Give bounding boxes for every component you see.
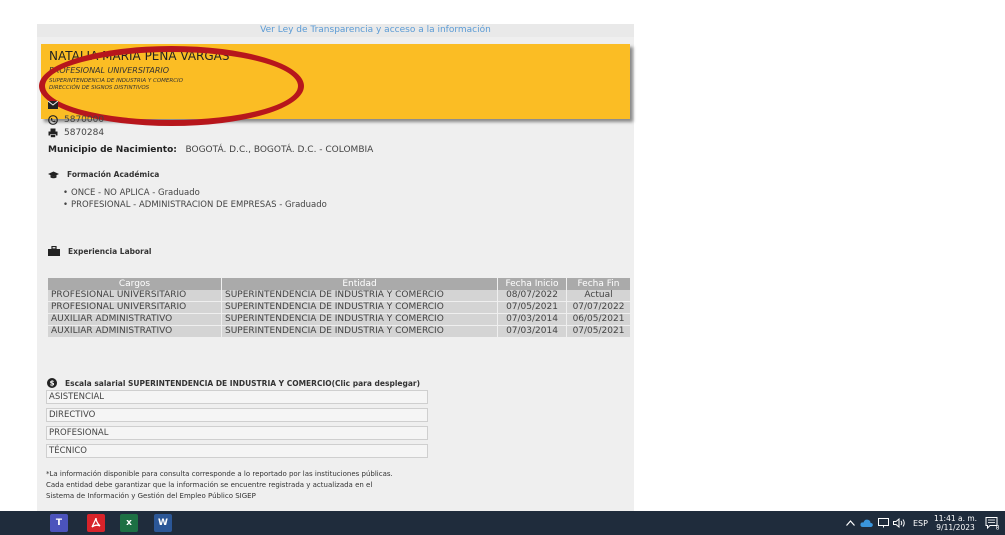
- cell-entidad: SUPERINTENDENCIA DE INDUSTRIA Y COMERCIO: [222, 314, 497, 326]
- column-header: Fecha Inicio: [498, 278, 566, 290]
- input-language[interactable]: ESP: [913, 511, 928, 535]
- cell-fecha-fin: 07/05/2021: [567, 326, 630, 338]
- cell-fecha-fin: 07/07/2022: [567, 302, 630, 314]
- profile-header: NATALIA MARIA PEÑA VARGAS PROFESIONAL UN…: [41, 44, 630, 119]
- cell-cargo: PROFESIONAL UNIVERSITARIO: [48, 290, 221, 302]
- cell-fecha-inicio: 07/05/2021: [498, 302, 566, 314]
- disclaimer-note: *La información disponible para consulta…: [46, 470, 393, 500]
- cell-fecha-fin: Actual: [567, 290, 630, 302]
- profile-page: Ver Ley de Transparencia y acceso a la i…: [37, 24, 634, 511]
- clock-date: 9/11/2023: [936, 523, 975, 532]
- column-header: Cargos: [48, 278, 221, 290]
- column-header: Fecha Fin: [567, 278, 630, 290]
- phone-number: 5870000: [64, 115, 105, 125]
- person-dependency: DIRECCIÓN DE SIGNOS DISTINTIVOS: [49, 85, 150, 91]
- printer-icon: [48, 128, 58, 138]
- salary-scale-tecnico[interactable]: TÉCNICO: [46, 444, 428, 458]
- list-item: PROFESIONAL - ADMINISTRACION DE EMPRESAS…: [63, 199, 327, 211]
- column-header: Entidad: [222, 278, 497, 290]
- salary-scale-directivo[interactable]: DIRECTIVO: [46, 408, 428, 422]
- notification-count: 8: [996, 525, 999, 531]
- birthplace-label: Municipio de Nacimiento:: [48, 145, 177, 155]
- teams-icon[interactable]: T: [50, 514, 68, 532]
- acrobat-icon[interactable]: [87, 514, 105, 532]
- cell-cargo: AUXILIAR ADMINISTRATIVO: [48, 314, 221, 326]
- cell-entidad: SUPERINTENDENCIA DE INDUSTRIA Y COMERCIO: [222, 290, 497, 302]
- birthplace: Municipio de Nacimiento: BOGOTÁ. D.C., B…: [48, 145, 373, 155]
- cell-fecha-fin: 06/05/2021: [567, 314, 630, 326]
- word-icon[interactable]: W: [154, 514, 172, 532]
- fax-number: 5870284: [64, 128, 105, 138]
- envelope-icon: [48, 101, 58, 109]
- experience-section-title: Experiencia Laboral: [48, 246, 152, 256]
- speaker-volume-icon[interactable]: [893, 511, 906, 535]
- network-icon[interactable]: [878, 511, 889, 535]
- cell-fecha-inicio: 07/03/2014: [498, 326, 566, 338]
- notification-center-icon[interactable]: 8: [985, 511, 999, 535]
- system-clock[interactable]: 11:41 a. m. 9/11/2023: [934, 514, 977, 532]
- person-role: PROFESIONAL UNIVERSITARIO: [49, 66, 170, 75]
- cell-entidad: SUPERINTENDENCIA DE INDUSTRIA Y COMERCIO: [222, 326, 497, 338]
- onedrive-cloud-icon[interactable]: [860, 511, 873, 535]
- salary-section-title[interactable]: $ Escala salarial SUPERINTENDENCIA DE IN…: [47, 378, 420, 388]
- salary-scale-list: ASISTENCIAL DIRECTIVO PROFESIONAL TÉCNIC…: [46, 390, 428, 462]
- list-item: ONCE - NO APLICA - Graduado: [63, 187, 327, 199]
- education-list: ONCE - NO APLICA - Graduado PROFESIONAL …: [63, 187, 327, 211]
- cell-cargo: PROFESIONAL UNIVERSITARIO: [48, 302, 221, 314]
- windows-taskbar: T x W ESP 11:41 a. m. 9/11/2023 8: [0, 511, 1005, 535]
- table-row: PROFESIONAL UNIVERSITARIO SUPERINTENDENC…: [48, 302, 630, 314]
- education-section-title: Formación Académica: [48, 170, 159, 179]
- excel-icon[interactable]: x: [120, 514, 138, 532]
- show-hidden-icons-chevron-icon[interactable]: [846, 511, 855, 535]
- cell-fecha-inicio: 07/03/2014: [498, 314, 566, 326]
- dollar-coin-icon: $: [47, 378, 57, 388]
- transparency-law-link[interactable]: Ver Ley de Transparencia y acceso a la i…: [37, 24, 634, 37]
- table-row: PROFESIONAL UNIVERSITARIO SUPERINTENDENC…: [48, 290, 630, 302]
- phone-row: 5870000: [48, 115, 104, 125]
- table-row: AUXILIAR ADMINISTRATIVO SUPERINTENDENCIA…: [48, 326, 630, 338]
- graduation-cap-icon: [48, 171, 59, 178]
- salary-scale-asistencial[interactable]: ASISTENCIAL: [46, 390, 428, 404]
- phone-icon: [48, 115, 58, 125]
- table-row: AUXILIAR ADMINISTRATIVO SUPERINTENDENCIA…: [48, 314, 630, 326]
- fax-row: 5870284: [48, 128, 104, 138]
- salary-scale-profesional[interactable]: PROFESIONAL: [46, 426, 428, 440]
- cell-fecha-inicio: 08/07/2022: [498, 290, 566, 302]
- clock-time: 11:41 a. m.: [934, 514, 978, 523]
- svg-text:$: $: [50, 380, 55, 388]
- cell-cargo: AUXILIAR ADMINISTRATIVO: [48, 326, 221, 338]
- person-name: NATALIA MARIA PEÑA VARGAS: [49, 49, 230, 63]
- email-row: [48, 101, 58, 109]
- cell-entidad: SUPERINTENDENCIA DE INDUSTRIA Y COMERCIO: [222, 302, 497, 314]
- experience-table: Cargos Entidad Fecha Inicio Fecha Fin PR…: [47, 278, 631, 338]
- birthplace-value: BOGOTÁ. D.C., BOGOTÁ. D.C. - COLOMBIA: [185, 145, 374, 155]
- briefcase-icon: [48, 246, 60, 256]
- person-entity: SUPERINTENDENCIA DE INDUSTRIA Y COMERCIO: [49, 78, 183, 84]
- table-header-row: Cargos Entidad Fecha Inicio Fecha Fin: [48, 278, 630, 290]
